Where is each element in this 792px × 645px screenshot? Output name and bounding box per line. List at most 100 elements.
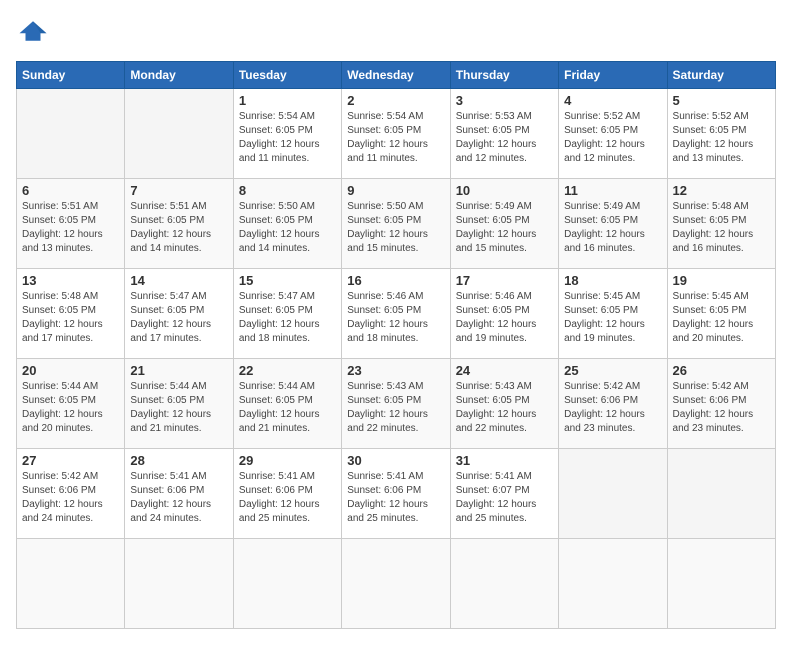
calendar-week-row: 1 Sunrise: 5:54 AM Sunset: 6:05 PM Daylig… <box>17 89 776 179</box>
day-number: 24 <box>456 363 553 378</box>
day-info: Sunrise: 5:42 AM Sunset: 6:06 PM Dayligh… <box>564 380 661 436</box>
day-info: Sunrise: 5:43 AM Sunset: 6:05 PM Dayligh… <box>347 380 444 436</box>
day-cell: 24 Sunrise: 5:43 AM Sunset: 6:05 PM Dayli… <box>450 359 558 449</box>
day-number: 14 <box>130 273 227 288</box>
day-info: Sunrise: 5:47 AM Sunset: 6:05 PM Dayligh… <box>130 290 227 346</box>
day-info: Sunrise: 5:44 AM Sunset: 6:05 PM Dayligh… <box>239 380 336 436</box>
day-info: Sunrise: 5:46 AM Sunset: 6:05 PM Dayligh… <box>456 290 553 346</box>
day-info: Sunrise: 5:53 AM Sunset: 6:05 PM Dayligh… <box>456 110 553 166</box>
day-number: 27 <box>22 453 119 468</box>
weekday-monday: Monday <box>125 62 233 89</box>
day-info: Sunrise: 5:49 AM Sunset: 6:05 PM Dayligh… <box>564 200 661 256</box>
day-info: Sunrise: 5:54 AM Sunset: 6:05 PM Dayligh… <box>239 110 336 166</box>
day-cell: 18Sunrise: 5:45 AM Sunset: 6:05 PM Dayli… <box>559 269 667 359</box>
day-number: 19 <box>673 273 770 288</box>
day-cell: 23Sunrise: 5:43 AM Sunset: 6:05 PM Dayli… <box>342 359 450 449</box>
day-cell: 17 Sunrise: 5:46 AM Sunset: 6:05 PM Dayli… <box>450 269 558 359</box>
day-info: Sunrise: 5:50 AM Sunset: 6:05 PM Dayligh… <box>347 200 444 256</box>
empty-day-cell <box>17 89 125 179</box>
day-number: 30 <box>347 453 444 468</box>
calendar-week-row: 13 Sunrise: 5:48 AM Sunset: 6:05 PM Dayli… <box>17 269 776 359</box>
day-number: 31 <box>456 453 553 468</box>
day-number: 3 <box>456 93 553 108</box>
logo-icon <box>18 16 48 46</box>
calendar-week-row: 6 Sunrise: 5:51 AM Sunset: 6:05 PM Daylig… <box>17 179 776 269</box>
empty-day-cell <box>667 449 775 539</box>
empty-day-cell <box>559 539 667 629</box>
day-cell: 7Sunrise: 5:51 AM Sunset: 6:05 PM Daylig… <box>125 179 233 269</box>
day-cell: 26 Sunrise: 5:42 AM Sunset: 6:06 PM Dayli… <box>667 359 775 449</box>
day-info: Sunrise: 5:41 AM Sunset: 6:06 PM Dayligh… <box>347 470 444 526</box>
day-number: 5 <box>673 93 770 108</box>
day-cell: 12 Sunrise: 5:48 AM Sunset: 6:05 PM Dayli… <box>667 179 775 269</box>
day-cell: 2 Sunrise: 5:54 AM Sunset: 6:05 PM Daylig… <box>342 89 450 179</box>
day-info: Sunrise: 5:54 AM Sunset: 6:05 PM Dayligh… <box>347 110 444 166</box>
day-info: Sunrise: 5:41 AM Sunset: 6:06 PM Dayligh… <box>130 470 227 526</box>
weekday-thursday: Thursday <box>450 62 558 89</box>
day-number: 4 <box>564 93 661 108</box>
day-number: 15 <box>239 273 336 288</box>
day-info: Sunrise: 5:48 AM Sunset: 6:05 PM Dayligh… <box>673 200 770 256</box>
day-cell: 15Sunrise: 5:47 AM Sunset: 6:05 PM Dayli… <box>233 269 341 359</box>
day-cell: 22 Sunrise: 5:44 AM Sunset: 6:05 PM Dayli… <box>233 359 341 449</box>
day-number: 25 <box>564 363 661 378</box>
day-info: Sunrise: 5:51 AM Sunset: 6:05 PM Dayligh… <box>22 200 119 256</box>
day-number: 20 <box>22 363 119 378</box>
empty-day-cell <box>667 539 775 629</box>
day-number: 1 <box>239 93 336 108</box>
day-number: 7 <box>130 183 227 198</box>
day-cell: 27 Sunrise: 5:42 AM Sunset: 6:06 PM Dayli… <box>17 449 125 539</box>
day-number: 28 <box>130 453 227 468</box>
day-cell: 13 Sunrise: 5:48 AM Sunset: 6:05 PM Dayli… <box>17 269 125 359</box>
day-cell: 3 Sunrise: 5:53 AM Sunset: 6:05 PM Daylig… <box>450 89 558 179</box>
empty-day-cell <box>559 449 667 539</box>
day-info: Sunrise: 5:49 AM Sunset: 6:05 PM Dayligh… <box>456 200 553 256</box>
day-cell: 1 Sunrise: 5:54 AM Sunset: 6:05 PM Daylig… <box>233 89 341 179</box>
day-cell: 25 Sunrise: 5:42 AM Sunset: 6:06 PM Dayli… <box>559 359 667 449</box>
empty-day-cell <box>233 539 341 629</box>
day-cell: 14 Sunrise: 5:47 AM Sunset: 6:05 PM Dayli… <box>125 269 233 359</box>
day-cell: 19Sunrise: 5:45 AM Sunset: 6:05 PM Dayli… <box>667 269 775 359</box>
day-number: 2 <box>347 93 444 108</box>
calendar-week-row <box>17 539 776 629</box>
day-cell: 10 Sunrise: 5:49 AM Sunset: 6:05 PM Dayli… <box>450 179 558 269</box>
empty-day-cell <box>450 539 558 629</box>
day-info: Sunrise: 5:43 AM Sunset: 6:05 PM Dayligh… <box>456 380 553 436</box>
day-info: Sunrise: 5:42 AM Sunset: 6:06 PM Dayligh… <box>22 470 119 526</box>
day-cell: 16Sunrise: 5:46 AM Sunset: 6:05 PM Dayli… <box>342 269 450 359</box>
page-header <box>16 16 776 51</box>
day-info: Sunrise: 5:42 AM Sunset: 6:06 PM Dayligh… <box>673 380 770 436</box>
day-cell: 4 Sunrise: 5:52 AM Sunset: 6:05 PM Daylig… <box>559 89 667 179</box>
day-number: 18 <box>564 273 661 288</box>
calendar-body: 1 Sunrise: 5:54 AM Sunset: 6:05 PM Daylig… <box>17 89 776 629</box>
day-info: Sunrise: 5:48 AM Sunset: 6:05 PM Dayligh… <box>22 290 119 346</box>
day-number: 6 <box>22 183 119 198</box>
weekday-saturday: Saturday <box>667 62 775 89</box>
day-cell: 28 Sunrise: 5:41 AM Sunset: 6:06 PM Dayli… <box>125 449 233 539</box>
day-number: 17 <box>456 273 553 288</box>
day-info: Sunrise: 5:52 AM Sunset: 6:05 PM Dayligh… <box>673 110 770 166</box>
day-number: 22 <box>239 363 336 378</box>
empty-day-cell <box>125 89 233 179</box>
day-cell: 9 Sunrise: 5:50 AM Sunset: 6:05 PM Daylig… <box>342 179 450 269</box>
day-number: 9 <box>347 183 444 198</box>
day-cell: 30 Sunrise: 5:41 AM Sunset: 6:06 PM Dayli… <box>342 449 450 539</box>
day-number: 26 <box>673 363 770 378</box>
day-info: Sunrise: 5:50 AM Sunset: 6:05 PM Dayligh… <box>239 200 336 256</box>
calendar-week-row: 20 Sunrise: 5:44 AM Sunset: 6:05 PM Dayli… <box>17 359 776 449</box>
day-info: Sunrise: 5:44 AM Sunset: 6:05 PM Dayligh… <box>22 380 119 436</box>
empty-day-cell <box>17 539 125 629</box>
day-number: 12 <box>673 183 770 198</box>
day-number: 10 <box>456 183 553 198</box>
day-number: 13 <box>22 273 119 288</box>
weekday-wednesday: Wednesday <box>342 62 450 89</box>
day-cell: 8Sunrise: 5:50 AM Sunset: 6:05 PM Daylig… <box>233 179 341 269</box>
empty-day-cell <box>125 539 233 629</box>
day-cell: 31 Sunrise: 5:41 AM Sunset: 6:07 PM Dayli… <box>450 449 558 539</box>
day-cell: 29Sunrise: 5:41 AM Sunset: 6:06 PM Dayli… <box>233 449 341 539</box>
day-cell: 21Sunrise: 5:44 AM Sunset: 6:05 PM Dayli… <box>125 359 233 449</box>
day-cell: 5 Sunrise: 5:52 AM Sunset: 6:05 PM Daylig… <box>667 89 775 179</box>
day-info: Sunrise: 5:41 AM Sunset: 6:07 PM Dayligh… <box>456 470 553 526</box>
day-info: Sunrise: 5:52 AM Sunset: 6:05 PM Dayligh… <box>564 110 661 166</box>
day-number: 11 <box>564 183 661 198</box>
